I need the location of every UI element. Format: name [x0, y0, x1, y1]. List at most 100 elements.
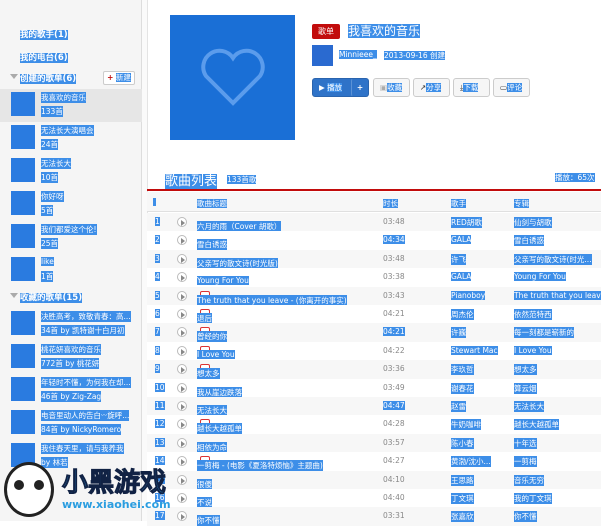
play-icon[interactable] — [177, 382, 187, 393]
track-artist[interactable]: Pianoboy — [451, 290, 486, 300]
track-album[interactable]: I Love You — [514, 345, 552, 355]
download-button[interactable]: ⤓下载 — [453, 78, 490, 97]
track-artist[interactable]: Stewart Mac — [451, 345, 498, 355]
created-date: 2013-09-16 创建 — [384, 51, 445, 60]
track-artist[interactable]: 许飞 — [451, 253, 466, 265]
track-artist[interactable]: 谢春花 — [451, 382, 474, 394]
play-icon[interactable] — [177, 290, 187, 301]
table-row[interactable]: 1 六月的雨（Cover 胡歌） 03:48 RED胡歌 仙剑与胡歌 — [147, 213, 601, 232]
sidebar-playlist-item[interactable]: 无法长大演唱会 24首 — [0, 122, 142, 155]
track-artist[interactable]: 周杰伦 — [451, 309, 474, 320]
track-album[interactable]: 算云烟 — [514, 382, 537, 394]
play-icon[interactable] — [177, 272, 187, 283]
play-icon[interactable] — [177, 345, 187, 356]
track-album[interactable]: 仙剑与胡歌 — [514, 217, 552, 228]
table-row[interactable]: 8 I Love You 04:22 Stewart Mac I Love Yo… — [147, 341, 601, 361]
avatar[interactable] — [312, 45, 333, 66]
table-row[interactable]: 9 想太多 03:36 李玖哲 想太多 — [147, 360, 601, 380]
track-title[interactable]: 越长大越孤单 — [197, 419, 242, 435]
track-number: 3 — [155, 253, 160, 263]
created-playlists-header[interactable]: 创建的歌单(6) — [10, 72, 77, 84]
track-title[interactable]: 想太多 — [197, 364, 220, 380]
table-row[interactable]: 16 不说 04:40 丁文琪 我的丁文琪 — [147, 489, 601, 508]
track-artist[interactable]: 黄渤/沈小... — [451, 456, 491, 468]
track-album[interactable]: 想太多 — [514, 364, 537, 376]
play-icon[interactable] — [177, 419, 187, 430]
track-artist[interactable]: GALA — [451, 235, 472, 245]
table-row[interactable]: 14 一剪梅 - (电影《夏洛特烦恼》主题曲) 04:27 黄渤/沈小... 一… — [147, 452, 601, 472]
track-artist[interactable]: 赵雷 — [451, 401, 466, 412]
sidebar-playlist-item[interactable]: 我喜欢的音乐 133首 — [0, 89, 142, 122]
play-icon[interactable] — [177, 217, 187, 227]
table-row[interactable]: 13 相依为命 03:57 陈小春 十年选 — [147, 433, 601, 453]
song-count: 133首歌 — [227, 175, 257, 184]
playlist-cover — [170, 15, 295, 140]
track-album[interactable]: 依然范特西 — [514, 309, 552, 320]
album-col-header: 专辑 — [514, 199, 529, 208]
creator-name[interactable]: Minnieee_ — [339, 50, 377, 59]
track-album[interactable]: 父亲写的散文诗(时光... — [514, 253, 592, 265]
track-album[interactable]: 雪白诱惑 — [514, 235, 544, 247]
play-icon[interactable] — [177, 253, 187, 264]
track-duration: 04:47 — [383, 401, 405, 410]
table-row[interactable]: 5 The truth that you leave - (你离开的事实) 03… — [147, 286, 601, 306]
track-album[interactable]: 十年选 — [514, 437, 537, 449]
table-row[interactable]: 10 我从崖边跌落 03:49 谢春花 算云烟 — [147, 378, 601, 398]
track-title[interactable]: I Love You — [197, 345, 235, 359]
track-number: 2 — [155, 235, 160, 245]
collect-button[interactable]: ▣收藏 — [373, 78, 410, 97]
track-album[interactable]: 每一刻都是崭新的 — [514, 327, 574, 339]
play-icon[interactable] — [177, 235, 187, 246]
table-row[interactable]: 2 雪白诱惑 04:34 GALA 雪白诱惑 — [147, 231, 601, 251]
track-artist[interactable]: 许巍 — [451, 327, 466, 339]
track-album[interactable]: 我的丁文琪 — [514, 493, 552, 504]
track-title[interactable]: 曾经的你 — [197, 327, 227, 343]
track-album[interactable]: 一剪梅 — [514, 456, 537, 468]
track-artist[interactable]: 王思路 — [451, 474, 474, 486]
table-row[interactable]: 6 退后 04:21 周杰伦 依然范特西 — [147, 305, 601, 324]
track-title[interactable]: 退后 — [197, 309, 212, 324]
table-row[interactable]: 15 很傻 04:10 王思路 音乐无穷 — [147, 470, 601, 490]
sidebar-collected-item[interactable]: 桃花妍喜欢的音乐 772首 by 桃花妍 — [0, 341, 142, 374]
track-title[interactable]: The truth that you leave - (你离开的事实) — [197, 290, 347, 306]
new-playlist-button[interactable]: + 新建 — [103, 71, 135, 85]
track-album[interactable]: 音乐无穷 — [514, 474, 544, 486]
track-artist[interactable]: 陈小春 — [451, 437, 474, 449]
song-list-title: 歌曲列表 — [165, 174, 218, 189]
sidebar-playlist-item[interactable]: 你好呀 5首 — [0, 188, 142, 221]
track-album[interactable]: The truth that you leave — [514, 290, 601, 300]
table-row[interactable]: 11 无法长大 04:47 赵雷 无法长大 — [147, 397, 601, 416]
play-icon[interactable] — [177, 401, 187, 411]
track-album[interactable]: 无法长大 — [514, 401, 544, 412]
sidebar-playlist-item[interactable]: like 1首 — [0, 254, 142, 287]
sidebar-collected-item[interactable]: 决胜高考，致敬青春：高... 34首 by 凯特谢十白月初 — [0, 308, 142, 341]
track-artist[interactable]: 丁文琪 — [451, 493, 474, 504]
track-artist[interactable]: GALA — [451, 272, 472, 282]
my-singers-link[interactable]: 我的歌手(1) — [20, 28, 68, 40]
track-artist[interactable]: 李玖哲 — [451, 364, 474, 376]
table-row[interactable]: 7 曾经的你 04:21 许巍 每一刻都是崭新的 — [147, 323, 601, 343]
sidebar-playlist-item[interactable]: 无法长大 10首 — [0, 155, 142, 188]
play-icon[interactable] — [177, 364, 187, 375]
comment-button[interactable]: ▭评论 — [493, 78, 530, 97]
playlist-thumbnail — [11, 344, 35, 368]
table-row[interactable]: 4 Young For You 03:38 GALA Young For You — [147, 268, 601, 287]
playlist-name: 我们都爱这个伦! — [41, 224, 97, 235]
track-album[interactable]: 越长大越孤单 — [514, 419, 559, 431]
sidebar-collected-item[interactable]: 年轻时不懂，为何我在却... 46首 by Zig-Zag — [0, 374, 142, 407]
track-artist[interactable]: 牛奶咖啡 — [451, 419, 481, 431]
add-to-queue-button[interactable]: + — [351, 78, 369, 97]
play-icon[interactable] — [177, 327, 187, 338]
track-artist[interactable]: RED胡歌 — [451, 217, 482, 228]
my-radio-link[interactable]: 我的电台(6) — [20, 51, 68, 63]
play-icon[interactable] — [177, 309, 187, 319]
collected-playlists-header[interactable]: 收藏的歌单(15) — [10, 291, 83, 303]
track-album[interactable]: Young For You — [514, 272, 566, 282]
sidebar-collected-item[interactable]: 电音里动人的告白ᵕᵕ旋呼... 84首 by NickyRomero — [0, 407, 142, 440]
sidebar-playlist-item[interactable]: 我们都爱这个伦! 25首 — [0, 221, 142, 254]
table-row[interactable]: 12 越长大越孤单 04:28 牛奶咖啡 越长大越孤单 — [147, 415, 601, 435]
table-row[interactable]: 17 你不懂 03:31 张嘉欣 你不懂 — [147, 507, 601, 526]
playlist-name: 年轻时不懂，为何我在却... — [41, 377, 131, 388]
table-row[interactable]: 3 父亲写的散文诗(时光版) 03:48 许飞 父亲写的散文诗(时光... — [147, 249, 601, 269]
share-button[interactable]: ↗分享 — [413, 78, 450, 97]
